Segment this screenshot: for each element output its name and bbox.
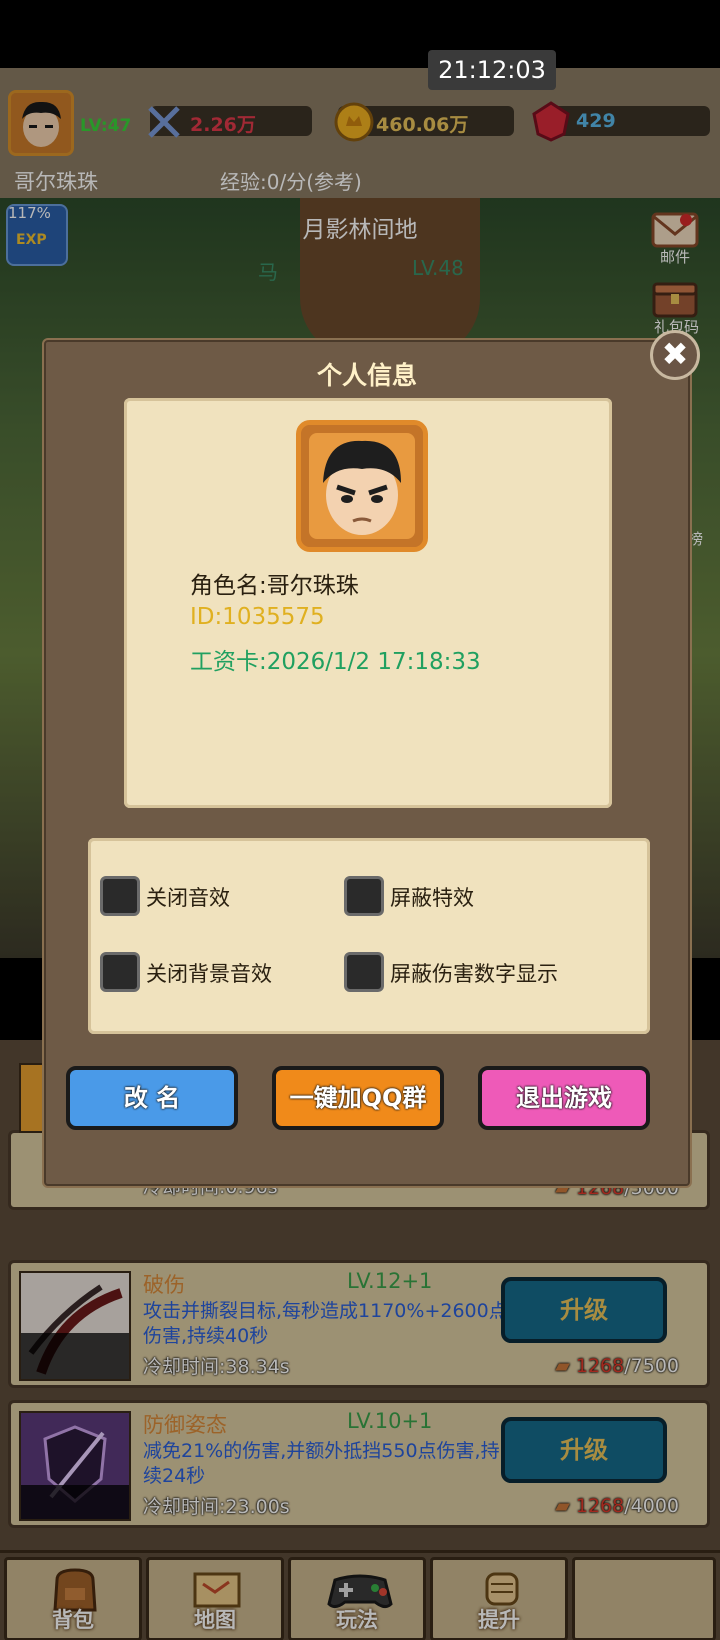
- exit-game-button[interactable]: 退出游戏: [478, 1066, 650, 1130]
- mute-bgm-label: 关闭背景音效: [146, 962, 272, 986]
- personal-info-dialog: 个人信息 角色名:哥尔珠珠 ID:1035575 工资卡:2026/1/2 17…: [44, 340, 690, 1186]
- clock: 21:12:03: [428, 50, 556, 90]
- hide-damage-numbers-checkbox[interactable]: [344, 952, 384, 992]
- close-icon[interactable]: ✖: [650, 330, 700, 380]
- mute-sfx-option[interactable]: 关闭音效: [100, 876, 300, 918]
- hide-damage-numbers-label: 屏蔽伤害数字显示: [390, 962, 558, 986]
- mute-bgm-option[interactable]: 关闭背景音效: [100, 952, 320, 994]
- rename-button[interactable]: 改 名: [66, 1066, 238, 1130]
- player-id: ID:1035575: [190, 604, 325, 630]
- settings-card: 关闭音效 屏蔽特效 关闭背景音效 屏蔽伤害数字显示: [88, 838, 650, 1034]
- join-qq-group-button[interactable]: 一键加QQ群: [272, 1066, 444, 1130]
- player-portrait: [296, 420, 428, 552]
- character-face-icon: [301, 425, 423, 547]
- profile-card: 角色名:哥尔珠珠 ID:1035575 工资卡:2026/1/2 17:18:3…: [124, 398, 612, 808]
- hide-damage-numbers-option[interactable]: 屏蔽伤害数字显示: [344, 952, 624, 994]
- character-name: 角色名:哥尔珠珠: [190, 573, 359, 599]
- mute-bgm-checkbox[interactable]: [100, 952, 140, 992]
- dialog-title: 个人信息: [316, 361, 417, 390]
- hide-effects-label: 屏蔽特效: [390, 886, 474, 910]
- hide-effects-checkbox[interactable]: [344, 876, 384, 916]
- mute-sfx-checkbox[interactable]: [100, 876, 140, 916]
- salary-card-expiry: 工资卡:2026/1/2 17:18:33: [190, 649, 481, 675]
- hide-effects-option[interactable]: 屏蔽特效: [344, 876, 544, 918]
- mute-sfx-label: 关闭音效: [146, 886, 230, 910]
